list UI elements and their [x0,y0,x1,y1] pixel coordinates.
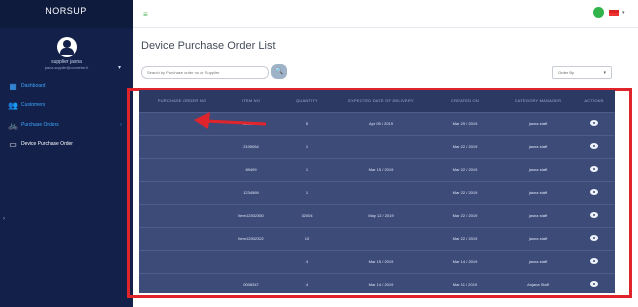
annotation-arrow [194,112,267,129]
